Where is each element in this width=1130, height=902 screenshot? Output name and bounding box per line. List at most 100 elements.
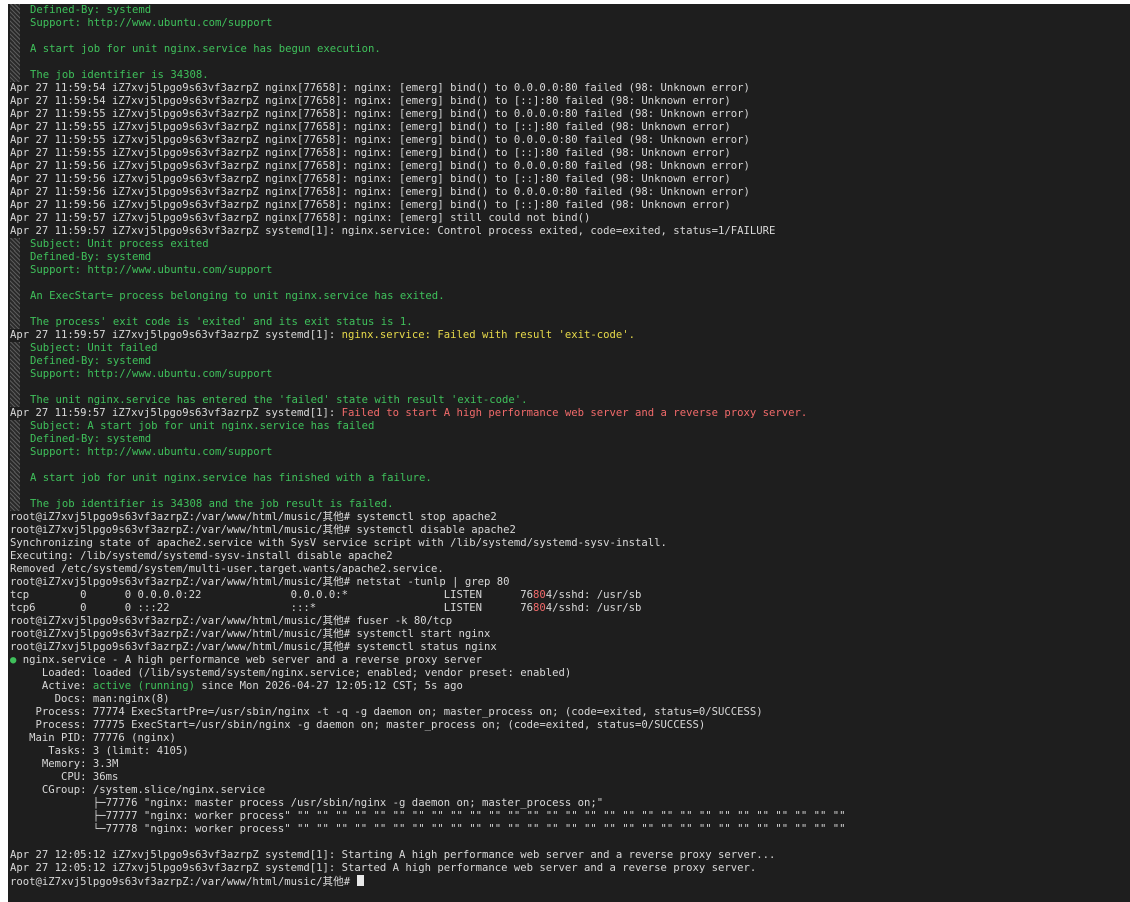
journal-detail-line: Support: http://www.ubuntu.com/support — [8, 446, 1130, 459]
line-segment: since Mon 2026-04-27 12:05:12 CST; 5s ag… — [194, 680, 463, 692]
terminal-line: root@iZ7xvj5lpgo9s63vf3azrpZ:/var/www/ht… — [8, 524, 1130, 537]
journal-detail-line: Subject: Unit process exited — [8, 238, 1130, 251]
terminal-line: ├─77777 "nginx: worker process" "" "" ""… — [8, 810, 1130, 823]
terminal-line: root@iZ7xvj5lpgo9s63vf3azrpZ:/var/www/ht… — [8, 641, 1130, 654]
journal-detail-line — [8, 30, 1130, 43]
journal-text: Defined-By: systemd — [30, 251, 152, 263]
terminal-line: Apr 27 11:59:55 iZ7xvj5lpgo9s63vf3azrpZ … — [8, 121, 1130, 134]
journal-text: The unit nginx.service has entered the '… — [30, 394, 528, 406]
journal-marker-icon — [10, 17, 20, 30]
terminal-line: root@iZ7xvj5lpgo9s63vf3azrpZ:/var/www/ht… — [8, 511, 1130, 524]
journal-marker-icon — [10, 342, 20, 355]
line-segment: tcp 0 0 0.0.0.0:22 0.0.0.0:* LISTEN 76 — [10, 589, 533, 601]
journal-marker-icon — [10, 251, 20, 264]
journal-detail-line — [8, 381, 1130, 394]
terminal-line: Apr 27 11:59:56 iZ7xvj5lpgo9s63vf3azrpZ … — [8, 173, 1130, 186]
journal-detail-line: Support: http://www.ubuntu.com/support — [8, 264, 1130, 277]
line-segment: Failed to start A high performance web s… — [341, 407, 808, 419]
journal-marker-icon — [10, 69, 20, 82]
terminal-line: Apr 27 11:59:57 iZ7xvj5lpgo9s63vf3azrpZ … — [8, 225, 1130, 238]
line-segment: nginx.service - A high performance web s… — [22, 654, 482, 666]
journal-detail-line — [8, 485, 1130, 498]
line-segment: Apr 27 11:59:57 iZ7xvj5lpgo9s63vf3azrpZ … — [10, 329, 342, 341]
journal-detail-line: Subject: A start job for unit nginx.serv… — [8, 420, 1130, 433]
terminal-line: Apr 27 11:59:54 iZ7xvj5lpgo9s63vf3azrpZ … — [8, 82, 1130, 95]
journal-marker-icon — [10, 420, 20, 433]
terminal-line: Apr 27 11:59:54 iZ7xvj5lpgo9s63vf3azrpZ … — [8, 95, 1130, 108]
journal-marker-icon — [10, 433, 20, 446]
line-segment: root@iZ7xvj5lpgo9s63vf3azrpZ:/var/www/ht… — [10, 524, 516, 536]
terminal-line: root@iZ7xvj5lpgo9s63vf3azrpZ:/var/www/ht… — [8, 576, 1130, 589]
journal-marker-icon — [10, 368, 20, 381]
journal-text: Defined-By: systemd — [30, 355, 152, 367]
terminal-line: Removed /etc/systemd/system/multi-user.t… — [8, 563, 1130, 576]
line-segment: Apr 27 12:05:12 iZ7xvj5lpgo9s63vf3azrpZ … — [10, 849, 776, 861]
terminal-line: CPU: 36ms — [8, 771, 1130, 784]
journal-detail-line: Subject: Unit failed — [8, 342, 1130, 355]
terminal-line: Apr 27 11:59:56 iZ7xvj5lpgo9s63vf3azrpZ … — [8, 186, 1130, 199]
line-segment: Apr 27 11:59:57 iZ7xvj5lpgo9s63vf3azrpZ … — [10, 407, 342, 419]
journal-marker-icon — [10, 498, 20, 511]
journal-text: Support: http://www.ubuntu.com/support — [30, 446, 273, 458]
journal-detail-line: An ExecStart= process belonging to unit … — [8, 290, 1130, 303]
line-segment: root@iZ7xvj5lpgo9s63vf3azrpZ:/var/www/ht… — [10, 641, 497, 653]
terminal-line: ● nginx.service - A high performance web… — [8, 654, 1130, 667]
journal-text: Subject: Unit failed — [30, 342, 158, 354]
journal-marker-icon — [10, 277, 20, 290]
terminal-line: └─77778 "nginx: worker process" "" "" ""… — [8, 823, 1130, 836]
terminal-prompt-line[interactable]: root@iZ7xvj5lpgo9s63vf3azrpZ:/var/www/ht… — [8, 875, 1130, 888]
line-segment: Apr 27 11:59:54 iZ7xvj5lpgo9s63vf3azrpZ … — [10, 95, 731, 107]
journal-text: Support: http://www.ubuntu.com/support — [30, 264, 273, 276]
line-segment: Executing: /lib/systemd/systemd-sysv-ins… — [10, 550, 393, 562]
journal-marker-icon — [10, 485, 20, 498]
journal-text: Subject: Unit process exited — [30, 238, 209, 250]
line-segment: Process: 77774 ExecStartPre=/usr/sbin/ng… — [10, 706, 763, 718]
terminal-line: Apr 27 12:05:12 iZ7xvj5lpgo9s63vf3azrpZ … — [8, 862, 1130, 875]
terminal-line: Apr 27 11:59:56 iZ7xvj5lpgo9s63vf3azrpZ … — [8, 160, 1130, 173]
line-segment: root@iZ7xvj5lpgo9s63vf3azrpZ:/var/www/ht… — [10, 628, 491, 640]
line-segment: Process: 77775 ExecStart=/usr/sbin/nginx… — [10, 719, 706, 731]
terminal-line: Process: 77774 ExecStartPre=/usr/sbin/ng… — [8, 706, 1130, 719]
journal-detail-line: A start job for unit nginx.service has b… — [8, 43, 1130, 56]
line-segment: nginx.service: Failed with result 'exit-… — [341, 329, 636, 341]
journal-text: A start job for unit nginx.service has f… — [30, 472, 432, 484]
journal-marker-icon — [10, 264, 20, 277]
terminal-line: Active: active (running) since Mon 2026-… — [8, 680, 1130, 693]
journal-detail-line — [8, 459, 1130, 472]
line-segment: Active: — [10, 680, 93, 692]
line-segment: Apr 27 11:59:56 iZ7xvj5lpgo9s63vf3azrpZ … — [10, 173, 731, 185]
journal-detail-line — [8, 303, 1130, 316]
line-segment: Apr 27 11:59:54 iZ7xvj5lpgo9s63vf3azrpZ … — [10, 82, 750, 94]
cursor-block-icon — [357, 875, 365, 886]
line-segment: ● — [10, 654, 23, 666]
journal-detail-line — [8, 56, 1130, 69]
terminal-line: Main PID: 77776 (nginx) — [8, 732, 1130, 745]
line-segment: tcp6 0 0 :::22 :::* LISTEN 76 — [10, 602, 533, 614]
terminal-line: Apr 27 11:59:55 iZ7xvj5lpgo9s63vf3azrpZ … — [8, 134, 1130, 147]
journal-text: A start job for unit nginx.service has b… — [30, 43, 381, 55]
line-segment: 4/sshd: /usr/sb — [545, 602, 642, 614]
line-segment: CPU: 36ms — [10, 771, 119, 783]
line-segment: Apr 27 11:59:57 iZ7xvj5lpgo9s63vf3azrpZ … — [10, 212, 591, 224]
terminal-line: root@iZ7xvj5lpgo9s63vf3azrpZ:/var/www/ht… — [8, 615, 1130, 628]
terminal-line: Apr 27 11:59:56 iZ7xvj5lpgo9s63vf3azrpZ … — [8, 199, 1130, 212]
line-segment: ├─77776 "nginx: master process /usr/sbin… — [10, 797, 604, 809]
journal-marker-icon — [10, 446, 20, 459]
journal-text: Defined-By: systemd — [30, 433, 152, 445]
terminal-line: Synchronizing state of apache2.service w… — [8, 537, 1130, 550]
line-segment: Main PID: 77776 (nginx) — [10, 732, 176, 744]
line-segment: Loaded: loaded (/lib/systemd/system/ngin… — [10, 667, 572, 679]
terminal-window[interactable]: Defined-By: systemd Support: http://www.u… — [8, 4, 1130, 902]
journal-detail-line: Defined-By: systemd — [8, 433, 1130, 446]
line-segment: Apr 27 12:05:12 iZ7xvj5lpgo9s63vf3azrpZ … — [10, 862, 757, 874]
terminal-line: Apr 27 11:59:55 iZ7xvj5lpgo9s63vf3azrpZ … — [8, 108, 1130, 121]
journal-marker-icon — [10, 4, 20, 17]
line-segment: root@iZ7xvj5lpgo9s63vf3azrpZ:/var/www/ht… — [10, 511, 497, 523]
terminal-line: Apr 27 11:59:57 iZ7xvj5lpgo9s63vf3azrpZ … — [8, 329, 1130, 342]
line-segment: Removed /etc/systemd/system/multi-user.t… — [10, 563, 444, 575]
line-segment: Docs: man:nginx(8) — [10, 693, 170, 705]
line-segment: Apr 27 11:59:56 iZ7xvj5lpgo9s63vf3azrpZ … — [10, 160, 750, 172]
journal-marker-icon — [10, 290, 20, 303]
line-segment: Memory: 3.3M — [10, 758, 119, 770]
